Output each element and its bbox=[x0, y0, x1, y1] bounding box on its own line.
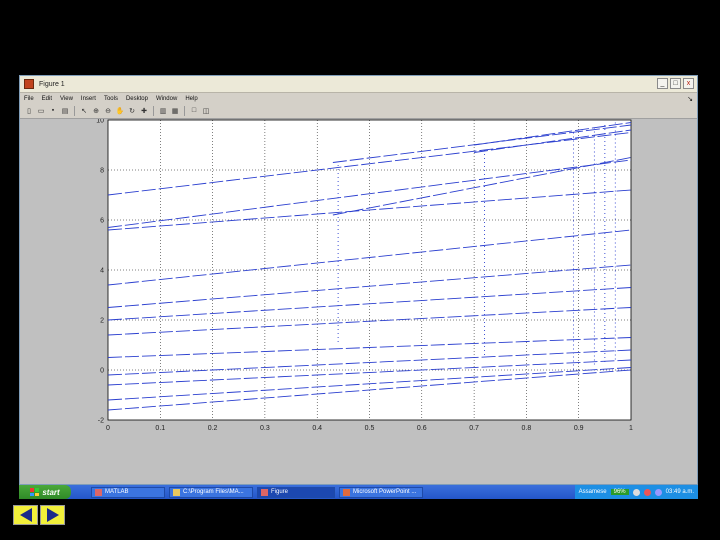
task-label: Figure bbox=[271, 489, 289, 495]
start-label: start bbox=[42, 487, 60, 497]
menu-help[interactable]: Help bbox=[181, 96, 201, 102]
y-tick-label: 6 bbox=[100, 218, 104, 225]
task-explorer[interactable]: C:\Program Files\MA... bbox=[169, 486, 253, 498]
task-powerpoint[interactable]: Microsoft PowerPoint ... bbox=[339, 486, 423, 498]
window-controls: _ □ x bbox=[657, 78, 694, 89]
menu-insert[interactable]: Insert bbox=[77, 96, 100, 102]
figure-icon bbox=[261, 488, 268, 496]
task-label: C:\Program Files\MA... bbox=[183, 489, 244, 495]
close-button[interactable]: x bbox=[683, 78, 694, 89]
percent-badge[interactable]: 96% bbox=[610, 489, 629, 495]
tray-volume-icon[interactable] bbox=[654, 488, 662, 496]
task-figure[interactable]: Figure bbox=[257, 486, 335, 498]
figure-canvas[interactable]: 0 0.1 0.2 0.3 0.4 0.5 0.6 0.7 0.8 0.9 1 10 8 6 4 2 0 -2 bbox=[20, 118, 697, 484]
menu-tools[interactable]: Tools bbox=[100, 96, 122, 102]
toolbar-separator bbox=[184, 105, 185, 116]
x-tick-label: 0.5 bbox=[365, 425, 375, 432]
y-tick-label: 2 bbox=[100, 318, 104, 325]
clock[interactable]: 03:49 a.m. bbox=[666, 489, 694, 495]
open-icon[interactable]: ▭ bbox=[36, 106, 46, 116]
x-tick-label: 1 bbox=[629, 425, 633, 432]
slide-navigation bbox=[13, 505, 65, 525]
task-label: MATLAB bbox=[105, 489, 129, 495]
previous-slide-button[interactable] bbox=[13, 505, 38, 525]
matlab-figure-icon bbox=[24, 79, 34, 89]
menu-view[interactable]: View bbox=[56, 96, 77, 102]
menu-file[interactable]: File bbox=[20, 96, 38, 102]
zoom-out-icon[interactable]: ⊖ bbox=[103, 106, 113, 116]
maximize-button[interactable]: □ bbox=[670, 78, 681, 89]
x-tick-label: 0.8 bbox=[522, 425, 532, 432]
save-icon[interactable]: ▪ bbox=[48, 106, 58, 116]
tray-security-icon[interactable] bbox=[643, 488, 651, 496]
figure-toolbar: ▯ ▭ ▪ ▤ ↖ ⊕ ⊖ ✋ ↻ ✚ ▥ ▦ □ ◫ bbox=[20, 104, 697, 117]
arrow-left-icon bbox=[19, 508, 32, 522]
y-tick-label: 4 bbox=[100, 268, 104, 275]
menu-bar: File Edit View Insert Tools Desktop Wind… bbox=[20, 93, 697, 104]
start-button[interactable]: start bbox=[19, 485, 71, 499]
menu-desktop[interactable]: Desktop bbox=[122, 96, 152, 102]
axes-group: 0 0.1 0.2 0.3 0.4 0.5 0.6 0.7 0.8 0.9 11086420-2 bbox=[96, 119, 633, 432]
new-icon[interactable]: ▯ bbox=[24, 106, 34, 116]
x-tick-label: 0 bbox=[106, 425, 110, 432]
next-slide-button[interactable] bbox=[40, 505, 65, 525]
powerpoint-icon bbox=[343, 488, 350, 496]
data-cursor-icon[interactable]: ✚ bbox=[139, 106, 149, 116]
y-tick-label: 10 bbox=[96, 119, 104, 125]
y-tick-label: 8 bbox=[100, 168, 104, 175]
tray-network-icon[interactable] bbox=[632, 488, 640, 496]
windows-flag-icon bbox=[30, 488, 40, 496]
language-indicator[interactable]: Assamese bbox=[579, 489, 607, 495]
print-icon[interactable]: ▤ bbox=[60, 106, 70, 116]
task-matlab[interactable]: MATLAB bbox=[91, 486, 165, 498]
x-tick-label: 0.6 bbox=[417, 425, 427, 432]
dock-arrow-icon[interactable]: ↘ bbox=[687, 95, 693, 103]
matlab-icon bbox=[95, 488, 102, 496]
y-tick-label: -2 bbox=[98, 418, 104, 425]
x-tick-label: 0.3 bbox=[260, 425, 270, 432]
system-tray: Assamese 96% 03:49 a.m. bbox=[574, 485, 698, 499]
pan-icon[interactable]: ✋ bbox=[115, 106, 125, 116]
x-tick-label: 0.7 bbox=[469, 425, 479, 432]
menu-window[interactable]: Window bbox=[152, 96, 181, 102]
task-label: Microsoft PowerPoint ... bbox=[353, 489, 417, 495]
zoom-in-icon[interactable]: ⊕ bbox=[91, 106, 101, 116]
toolbar-separator bbox=[74, 105, 75, 116]
menu-edit[interactable]: Edit bbox=[38, 96, 56, 102]
minimize-button[interactable]: _ bbox=[657, 78, 668, 89]
hide-plot-tools-icon[interactable]: □ bbox=[189, 106, 199, 116]
window-title: Figure 1 bbox=[39, 80, 65, 88]
x-tick-label: 0.4 bbox=[312, 425, 322, 432]
y-tick-label: 0 bbox=[100, 368, 104, 375]
x-tick-label: 0.1 bbox=[155, 425, 165, 432]
x-tick-label: 0.2 bbox=[208, 425, 218, 432]
show-plot-tools-icon[interactable]: ◫ bbox=[201, 106, 211, 116]
folder-icon bbox=[173, 488, 180, 496]
plot-svg[interactable]: 0 0.1 0.2 0.3 0.4 0.5 0.6 0.7 0.8 0.9 11086420-2 bbox=[20, 119, 697, 485]
taskbar: start MATLAB C:\Program Files\MA... Figu… bbox=[19, 485, 698, 499]
title-bar[interactable]: Figure 1 _ □ x bbox=[20, 76, 697, 93]
select-arrow-icon[interactable]: ↖ bbox=[79, 106, 89, 116]
x-tick-label: 0.9 bbox=[574, 425, 584, 432]
toolbar-separator bbox=[153, 105, 154, 116]
legend-icon[interactable]: ▦ bbox=[170, 106, 180, 116]
arrow-right-icon bbox=[46, 508, 59, 522]
figure-window: Figure 1 _ □ x File Edit View Insert Too… bbox=[19, 75, 698, 485]
colorbar-icon[interactable]: ▥ bbox=[158, 106, 168, 116]
rotate-icon[interactable]: ↻ bbox=[127, 106, 137, 116]
